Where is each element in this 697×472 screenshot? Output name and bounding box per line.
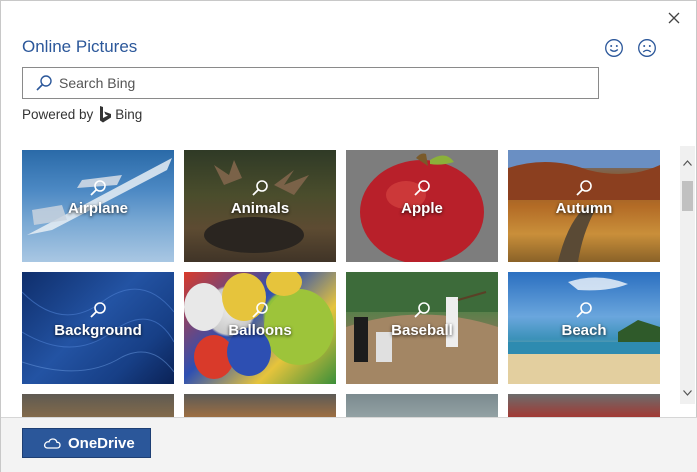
chevron-down-icon [683,390,692,396]
scroll-down-button[interactable] [680,382,695,404]
search-icon [252,180,268,196]
category-label: Balloons [228,322,292,339]
category-label: Baseball [391,322,453,339]
smile-feedback-button[interactable] [604,38,624,58]
bing-logo-icon [100,106,112,123]
dialog-title: Online Pictures [22,37,138,56]
powered-by: Powered by Bing [22,106,142,123]
category-label: Apple [401,200,443,217]
category-tile-animals[interactable]: Animals [184,150,336,262]
onedrive-label: OneDrive [68,434,135,452]
search-box[interactable] [22,67,599,99]
search-input[interactable] [59,75,579,91]
category-tile-partial[interactable] [346,394,498,417]
powered-by-label: Powered by [22,107,94,122]
chevron-up-icon [683,159,692,166]
onedrive-button[interactable]: OneDrive [22,428,151,458]
scroll-up-button[interactable] [680,146,695,179]
category-label: Animals [230,200,290,217]
category-tile-partial[interactable] [508,394,660,417]
category-label: Airplane [67,200,128,217]
online-pictures-dialog: Online Pictures Powered by Bing [0,0,697,472]
category-label: Autumn [555,200,613,217]
smile-icon [605,39,623,57]
frown-feedback-button[interactable] [637,38,657,58]
frown-icon [638,39,656,57]
scroll-thumb[interactable] [682,181,693,211]
category-tile-apple[interactable]: Apple [346,150,498,262]
search-icon [414,302,430,318]
category-label: Background [54,322,142,339]
cloud-icon [43,438,61,449]
search-icon [90,180,106,196]
category-grid: Airplane Animals Apple Autumn Background… [1,141,697,417]
search-icon [252,302,268,318]
category-tile-partial[interactable] [184,394,336,417]
category-tile-beach[interactable]: Beach [508,272,660,384]
search-icon [576,180,592,196]
close-button[interactable] [663,7,685,29]
category-tile-partial[interactable] [22,394,174,417]
bing-brand-label: Bing [115,107,143,122]
category-tile-baseball[interactable]: Baseball [346,272,498,384]
category-tile-autumn[interactable]: Autumn [508,150,660,262]
category-tile-background[interactable]: Background [22,272,174,384]
category-tile-airplane[interactable]: Airplane [22,150,174,262]
search-icon [90,302,106,318]
category-label: Beach [561,322,607,339]
vertical-scrollbar[interactable] [680,146,695,404]
search-icon [414,180,430,196]
search-icon [36,75,52,91]
search-icon [576,302,592,318]
close-icon [668,12,680,24]
category-tile-balloons[interactable]: Balloons [184,272,336,384]
